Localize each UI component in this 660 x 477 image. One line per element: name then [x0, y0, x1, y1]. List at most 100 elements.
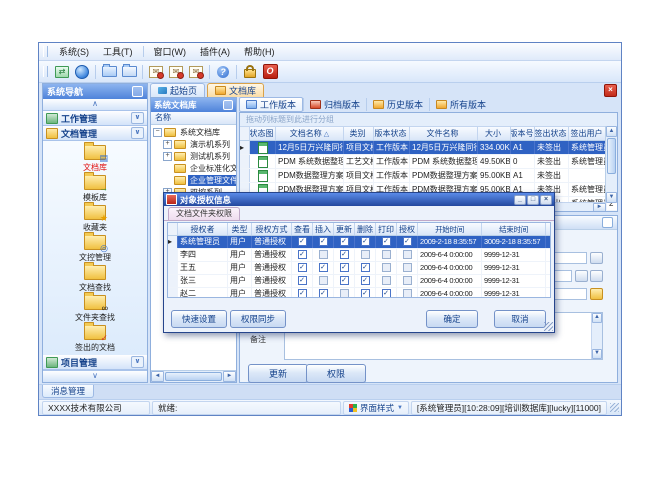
checkbox-delete[interactable] — [361, 276, 370, 285]
column-header[interactable]: 文件名称 — [410, 127, 478, 140]
textarea-scrollbar[interactable]: ▲ ▼ — [591, 313, 602, 359]
column-header[interactable]: 结束时间 — [482, 223, 546, 235]
column-header[interactable]: 类别 — [344, 127, 374, 140]
document-row[interactable]: 12月5日万兴隆同行… 项目文档 工作版本 12月5日万兴隆同行… 334.00… — [240, 141, 617, 155]
checkbox-view[interactable] — [298, 237, 307, 246]
scroll-down-icon[interactable]: ▼ — [606, 192, 617, 203]
scroll-right-icon[interactable]: ► — [593, 203, 606, 212]
permission-button[interactable]: 权限 — [306, 364, 366, 383]
favorites-folder-icon[interactable]: ★ 收藏夹 — [43, 204, 147, 234]
dropdown-button[interactable] — [590, 270, 603, 282]
ellipsis-button[interactable] — [590, 252, 603, 264]
permission-sync-button[interactable]: 权限同步 — [230, 310, 286, 328]
column-header[interactable]: 大小 — [478, 127, 511, 140]
permission-row[interactable]: 系统管理员 用户 普通授权 2009-2-18 8:35:57 3009-2-1… — [168, 236, 550, 249]
column-header[interactable]: 插入 — [313, 223, 334, 235]
scrollbar-thumb[interactable] — [607, 138, 616, 174]
column-header[interactable]: 授权 — [397, 223, 418, 235]
exit-icon[interactable]: O — [261, 64, 279, 80]
checkbox-update[interactable] — [340, 263, 349, 272]
checkbox-grant[interactable] — [403, 276, 412, 285]
column-header[interactable]: 签出状态 — [535, 127, 569, 140]
scroll-up-icon[interactable]: ▲ — [592, 313, 602, 323]
checkbox-insert[interactable] — [319, 276, 328, 285]
globe-icon[interactable] — [73, 64, 91, 80]
column-header[interactable]: 开始时间 — [418, 223, 482, 235]
update-button[interactable]: 更新 — [248, 364, 308, 383]
version-tab[interactable]: 工作版本 — [239, 97, 303, 112]
tab-folder-permissions[interactable]: 文档文件夹权限 — [168, 207, 240, 220]
tree-expander-icon[interactable] — [163, 152, 172, 161]
scroll-right-icon[interactable]: ► — [223, 371, 236, 382]
document-row[interactable]: PDM数据整理方案.doc 项目文档 工作版本 PDM数据整理方案.doc 95… — [240, 169, 617, 183]
doclib-folder-icon[interactable]: ▤ 文档库 — [43, 144, 147, 174]
checkbox-grant[interactable] — [403, 289, 412, 298]
chevron-down-icon[interactable]: ∨ — [131, 127, 144, 139]
tree-expander-icon[interactable] — [163, 140, 172, 149]
checkbox-update[interactable] — [340, 237, 349, 246]
version-tab[interactable]: 历史版本 — [366, 98, 429, 111]
drawer-icon[interactable] — [120, 64, 138, 80]
window-resize-grip[interactable] — [610, 403, 619, 412]
mail-export-icon[interactable]: ✉ — [147, 64, 165, 80]
permission-row[interactable]: 赵二 用户 普通授权 2009-6-4 0:00:00 9999-12-31 2… — [168, 288, 550, 298]
chevron-down-icon[interactable]: ∨ — [131, 356, 144, 368]
menu-item[interactable] — [143, 46, 144, 57]
tree-column-header[interactable]: 名称 — [151, 112, 236, 125]
checkbox-print[interactable] — [382, 263, 391, 272]
column-header[interactable]: 签出用户 — [569, 127, 607, 140]
checkbox-delete[interactable] — [361, 250, 370, 259]
checkbox-grant[interactable] — [403, 250, 412, 259]
checkbox-delete[interactable] — [361, 263, 370, 272]
ok-button[interactable]: 确定 — [426, 310, 478, 328]
close-icon[interactable]: × — [604, 84, 617, 97]
checkbox-delete[interactable] — [361, 237, 370, 246]
tree-horizontal-scrollbar[interactable]: ◄ ► — [151, 370, 236, 382]
permission-row[interactable]: 王五 用户 普通授权 2009-6-4 0:00:00 9999-12-31 2… — [168, 262, 550, 275]
folder-search-icon[interactable]: ∞ 文件夹查找 — [43, 294, 147, 324]
column-header[interactable] — [240, 127, 250, 140]
tree-expander-icon[interactable] — [153, 128, 162, 137]
column-header[interactable]: 版本状态 — [374, 127, 410, 140]
column-header[interactable] — [168, 223, 178, 235]
pin-icon[interactable] — [132, 86, 143, 97]
help-icon[interactable]: ? — [214, 64, 232, 80]
quick-setup-button[interactable]: 快速设置 — [171, 310, 227, 328]
grid-vertical-scrollbar[interactable]: ▲ ▼ — [605, 126, 617, 203]
checkbox-view[interactable] — [298, 289, 307, 298]
checkbox-update[interactable] — [340, 289, 349, 298]
dialog-resize-grip[interactable] — [544, 322, 553, 331]
menu-item[interactable]: 工具(T) — [96, 44, 140, 59]
column-header[interactable]: 类型 — [228, 223, 252, 235]
column-header[interactable]: 状态图 — [250, 127, 276, 140]
column-header[interactable]: 文档名称 △ — [276, 127, 344, 140]
scroll-down-button[interactable]: ∨ — [43, 370, 147, 382]
tree-item[interactable]: 企业标准化文件 — [151, 162, 236, 174]
menu-item[interactable]: 帮助(H) — [237, 44, 282, 59]
column-header[interactable]: 授权方式 — [252, 223, 292, 235]
scroll-up-icon[interactable]: ▲ — [606, 126, 617, 137]
scrollbar-thumb[interactable] — [165, 372, 222, 381]
document-tab[interactable]: 起始页 — [150, 83, 205, 97]
tab-message-management[interactable]: 消息管理 — [42, 385, 94, 398]
menubar-grip[interactable] — [43, 46, 48, 57]
ellipsis-button[interactable] — [575, 270, 588, 282]
tree-item[interactable]: 系统文档库 — [151, 126, 236, 138]
close-icon[interactable]: × — [540, 195, 552, 205]
checkbox-print[interactable] — [382, 237, 391, 246]
dialog-title-bar[interactable]: 对象授权信息 _ □ × — [164, 193, 554, 206]
checkbox-update[interactable] — [340, 276, 349, 285]
checkbox-insert[interactable] — [319, 289, 328, 298]
chevron-down-icon[interactable]: ∨ — [131, 112, 144, 124]
doccontrol-folder-icon[interactable]: ◎ 文控管理 — [43, 234, 147, 264]
menu-item[interactable]: 系统(S) — [52, 44, 96, 59]
version-tab[interactable]: 所有版本 — [429, 98, 492, 111]
tree-item[interactable]: 测试机系列 — [151, 150, 236, 162]
maximize-icon[interactable]: □ — [527, 195, 539, 205]
sync-computer-icon[interactable]: ⇄ — [53, 64, 71, 80]
column-header[interactable]: 版本号 — [511, 127, 535, 140]
open-folder-icon[interactable] — [100, 64, 118, 80]
permission-row[interactable]: 张三 用户 普通授权 2009-6-4 0:00:00 9999-12-31 2… — [168, 275, 550, 288]
scroll-left-icon[interactable]: ◄ — [151, 371, 164, 382]
checkbox-view[interactable] — [298, 263, 307, 272]
